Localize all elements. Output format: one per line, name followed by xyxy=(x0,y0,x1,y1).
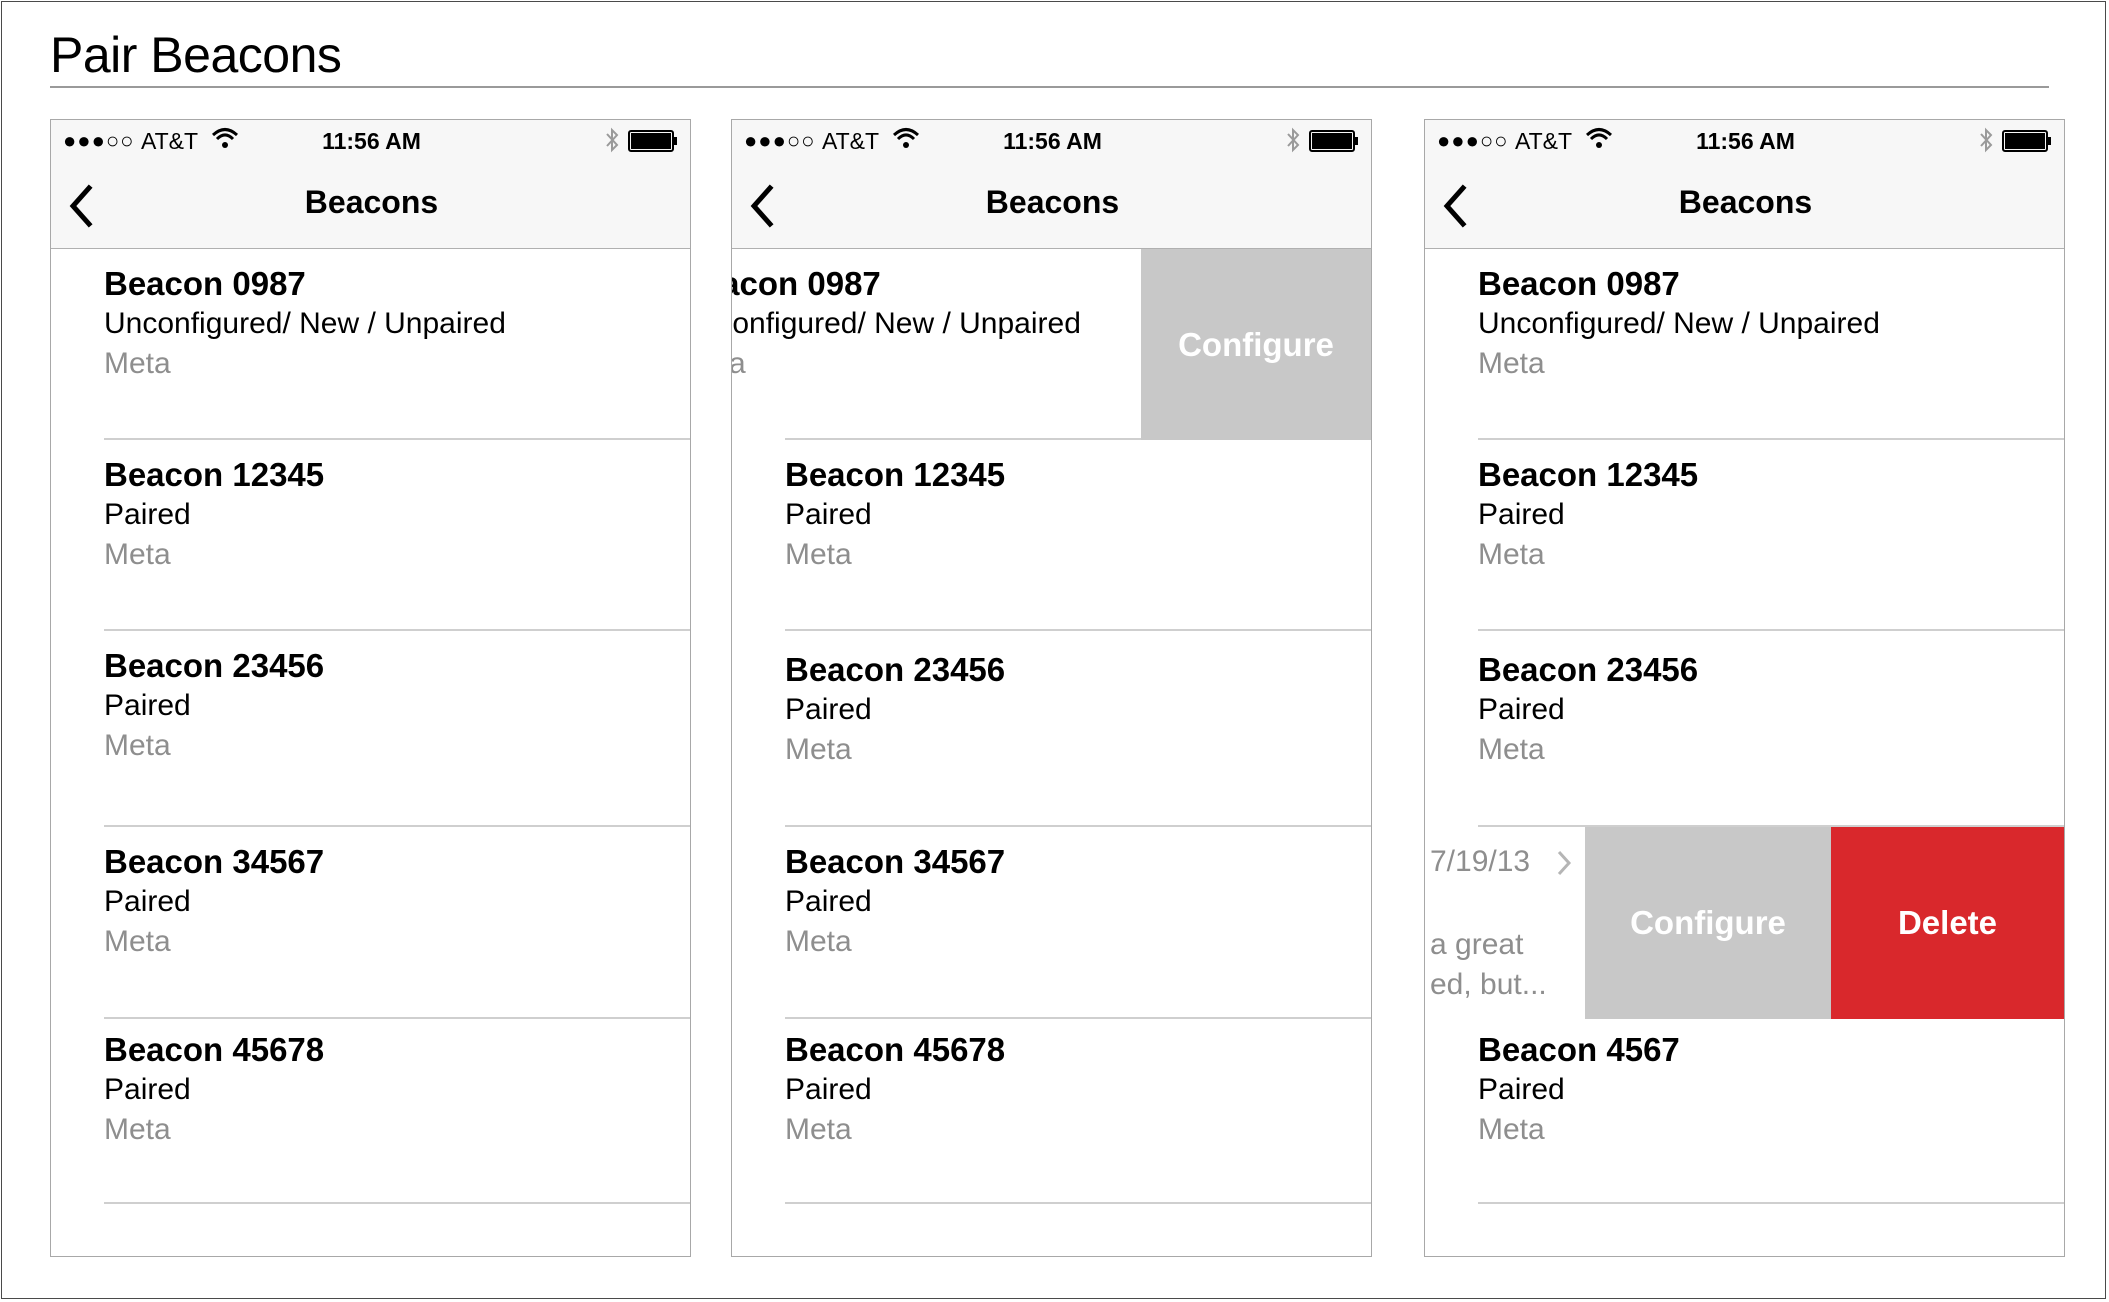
beacon-status: Paired xyxy=(785,885,872,918)
list-item[interactable]: Beacon 4567 Paired Meta xyxy=(1425,1019,2064,1204)
phone-screen-configure-swipe: ●●●○○ AT&T 11:56 AM Beacons Beacon 0987 U… xyxy=(731,119,1372,1257)
beacon-meta: Meta xyxy=(785,925,852,958)
beacon-name: Beacon 45678 xyxy=(785,1031,1006,1068)
navigation-bar: Beacons xyxy=(51,162,690,249)
battery-icon xyxy=(1309,130,1359,157)
beacon-name: Beacon 23456 xyxy=(1478,651,1699,688)
status-time: 11:56 AM xyxy=(1696,128,1795,154)
status-time: 11:56 AM xyxy=(322,128,421,154)
list-item[interactable]: Beacon 23456 Paired Meta xyxy=(732,631,1371,827)
beacon-status: Unconfigured/ New / Unpaired xyxy=(1478,307,1880,340)
item-preview: a great ed, but... xyxy=(1430,925,1547,1005)
list-item[interactable]: Beacon 12345 Paired Meta xyxy=(732,440,1371,631)
page-title: Pair Beacons xyxy=(50,27,342,83)
beacon-meta: Meta xyxy=(104,925,171,958)
list-item[interactable]: Beacon 45678 Paired Meta xyxy=(51,1019,690,1204)
beacon-meta: Meta xyxy=(1478,347,1545,380)
beacon-status: Paired xyxy=(104,498,191,531)
beacon-status: Paired xyxy=(1478,1073,1565,1106)
preview-line: ed, but... xyxy=(1430,968,1547,1001)
beacon-status: Paired xyxy=(1478,498,1565,531)
beacon-status: Unconfigured/ New / Unpaired xyxy=(732,307,1081,340)
beacon-status: Paired xyxy=(785,1073,872,1106)
status-bar: ●●●○○ AT&T 11:56 AM xyxy=(51,120,690,162)
beacon-status: Paired xyxy=(104,1073,191,1106)
preview-line: a great xyxy=(1430,928,1524,961)
beacon-meta: Meta xyxy=(104,538,171,571)
beacon-meta: Meta xyxy=(104,729,171,762)
phone-screen-default: ●●●○○ AT&T 11:56 AM Beacons Beacon 0987 U… xyxy=(50,119,691,1257)
beacon-meta: Meta xyxy=(104,1113,171,1146)
status-time: 11:56 AM xyxy=(1003,128,1102,154)
status-bar: ●●●○○ AT&T 11:56 AM xyxy=(1425,120,2064,162)
list-item[interactable]: Beacon 0987 Unconfigured/ New / Unpaired M… xyxy=(51,249,690,440)
navigation-bar: Beacons xyxy=(1425,162,2064,249)
bluetooth-icon xyxy=(1978,127,1994,158)
list-item[interactable]: Beacon 12345 Paired Meta xyxy=(51,440,690,631)
beacon-name: Beacon 12345 xyxy=(1478,456,1699,493)
beacon-meta: Meta xyxy=(1478,538,1545,571)
beacon-status: Unconfigured/ New / Unpaired xyxy=(104,307,506,340)
battery-icon xyxy=(2002,130,2052,157)
list-item[interactable]: Beacon 23456 Paired Meta xyxy=(51,631,690,827)
row-divider xyxy=(104,1202,690,1204)
nav-title: Beacons xyxy=(304,184,439,220)
beacon-meta: Meta xyxy=(1478,1113,1545,1146)
beacon-meta: Meta xyxy=(732,347,746,381)
beacon-name: Beacon 12345 xyxy=(785,456,1006,493)
beacon-meta: Meta xyxy=(1478,733,1545,766)
beacon-name: Beacon 34567 xyxy=(785,843,1006,880)
list-item[interactable]: Beacon 12345 Paired Meta xyxy=(1425,440,2064,631)
beacon-status: Paired xyxy=(785,693,872,726)
beacon-meta: Meta xyxy=(785,1113,852,1146)
status-bar: ●●●○○ AT&T 11:56 AM xyxy=(732,120,1371,162)
beacon-name: Beacon 0987 xyxy=(732,265,881,302)
title-divider xyxy=(50,86,2049,88)
list-item[interactable]: Beacon 34567 Paired Meta xyxy=(732,827,1371,1019)
configure-button[interactable]: Configure xyxy=(1585,827,1831,1019)
beacon-name: Beacon 23456 xyxy=(104,647,325,684)
chevron-right-icon xyxy=(1555,849,1573,882)
beacon-status: Paired xyxy=(104,885,191,918)
beacon-name: Beacon 34567 xyxy=(104,843,325,880)
row-divider xyxy=(785,1202,1371,1204)
beacon-name: Beacon 12345 xyxy=(104,456,325,493)
battery-icon xyxy=(628,130,678,157)
navigation-bar: Beacons xyxy=(732,162,1371,249)
beacon-name: Beacon 45678 xyxy=(104,1031,325,1068)
beacon-meta: Meta xyxy=(785,733,852,766)
item-date: 7/19/13 xyxy=(1430,845,1531,878)
beacon-status: Paired xyxy=(104,689,191,722)
configure-button[interactable]: Configure xyxy=(1141,249,1371,440)
nav-title: Beacons xyxy=(1678,184,1813,220)
list-item[interactable]: Beacon 45678 Paired Meta xyxy=(732,1019,1371,1204)
beacon-name: Beacon 0987 xyxy=(104,265,306,302)
beacon-meta: Meta xyxy=(785,538,852,571)
row-divider xyxy=(1478,1202,2064,1204)
beacon-status: Paired xyxy=(785,498,872,531)
bluetooth-icon xyxy=(1285,127,1301,158)
list-item[interactable]: Beacon 34567 Paired Meta xyxy=(51,827,690,1019)
list-item[interactable]: Beacon 23456 Paired Meta xyxy=(1425,631,2064,827)
beacon-name: Beacon 23456 xyxy=(785,651,1006,688)
phone-screen-delete-swipe: ●●●○○ AT&T 11:56 AM Beacons Beacon 0987 U… xyxy=(1424,119,2065,1257)
beacon-name: Beacon 0987 xyxy=(1478,265,1680,302)
nav-title: Beacons xyxy=(985,184,1120,220)
beacon-meta: Meta xyxy=(104,347,171,380)
beacon-name: Beacon 4567 xyxy=(1478,1031,1680,1068)
beacon-status: Paired xyxy=(1478,693,1565,726)
bluetooth-icon xyxy=(604,127,620,158)
delete-button[interactable]: Delete xyxy=(1831,827,2064,1019)
list-item[interactable]: Beacon 0987 Unconfigured/ New / Unpaired M… xyxy=(1425,249,2064,440)
